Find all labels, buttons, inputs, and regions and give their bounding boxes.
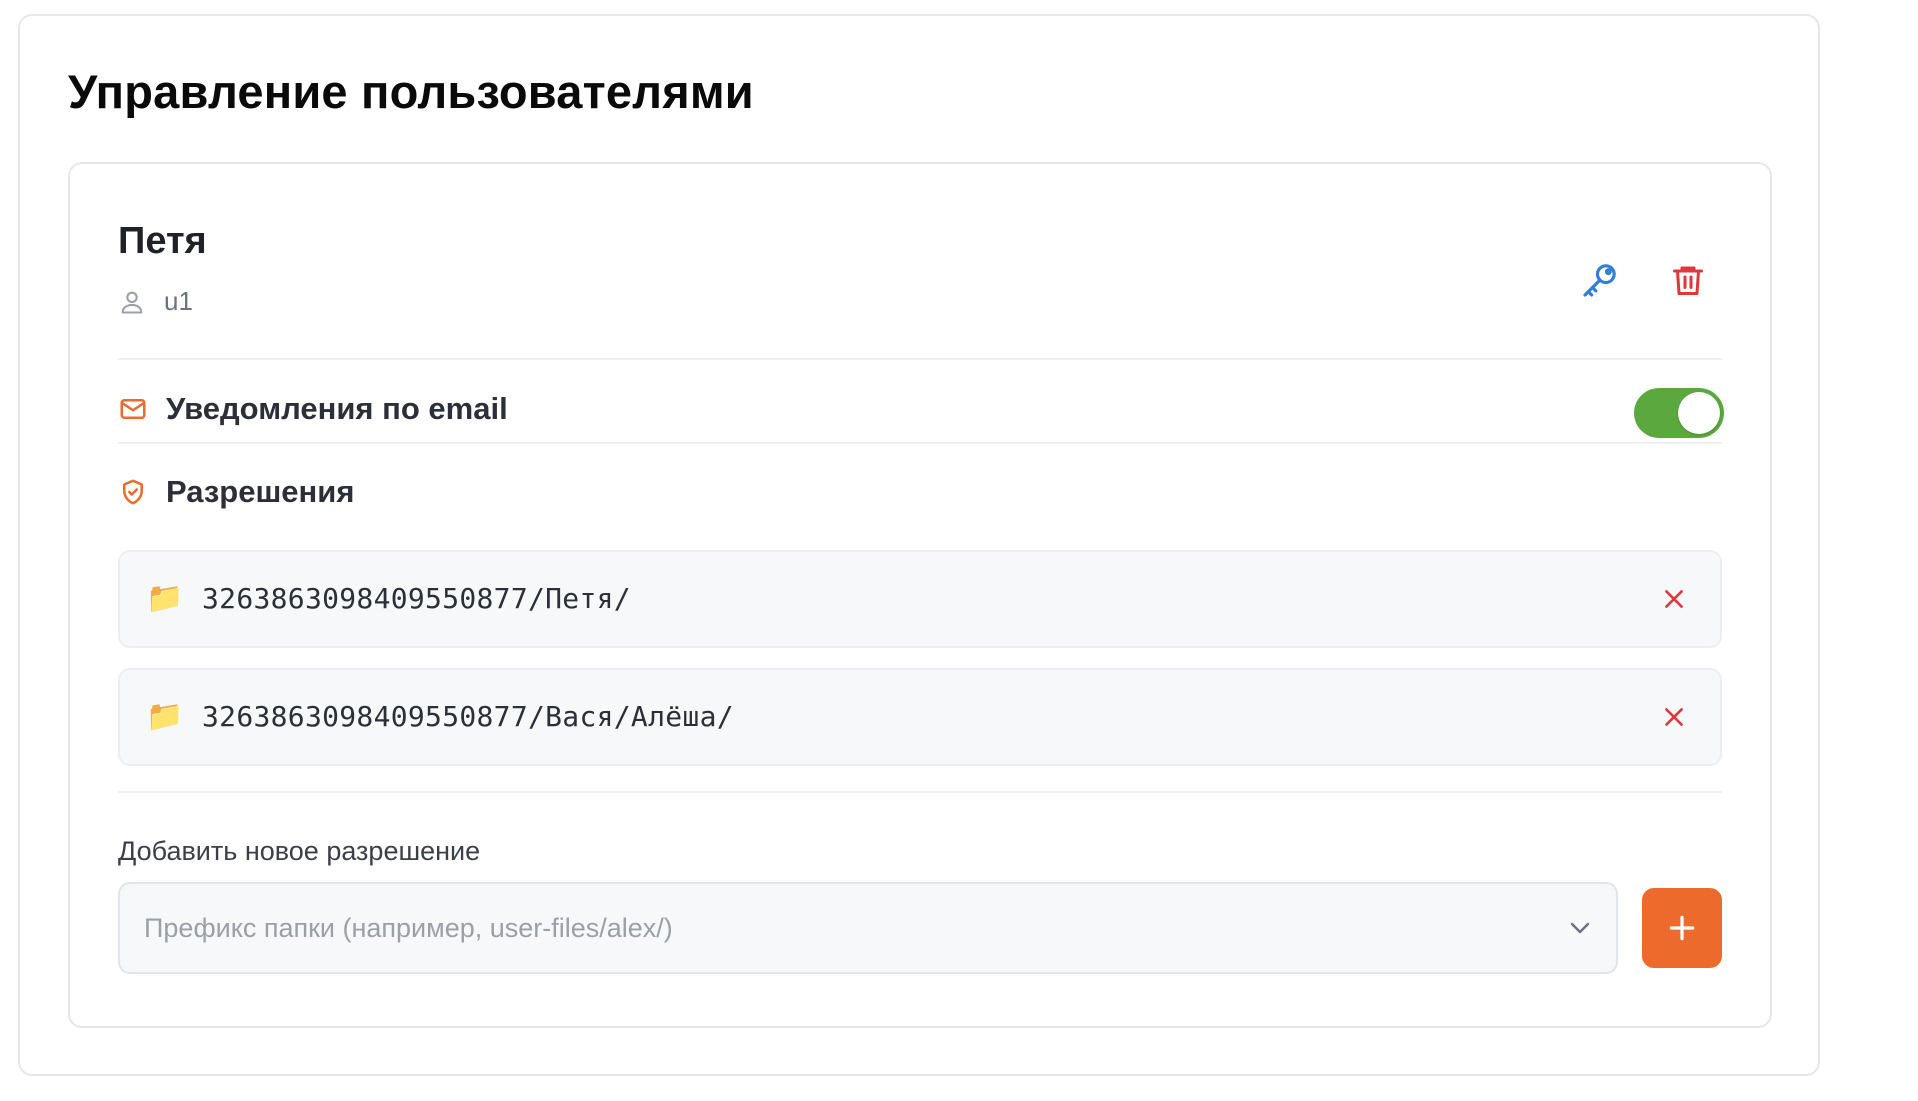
divider (118, 442, 1722, 444)
folder-icon: 📁 (146, 700, 184, 733)
permission-item: 📁 3263863098409550877/Петя/ (118, 550, 1722, 648)
chevron-down-icon (1564, 912, 1596, 944)
user-login: u1 (118, 286, 193, 317)
notifications-row: Уведомления по email (118, 391, 508, 427)
reset-password-button[interactable] (1572, 252, 1628, 308)
remove-permission-button[interactable] (1654, 579, 1694, 619)
add-permission-label: Добавить новое разрешение (118, 836, 481, 866)
permissions-label: Разрешения (166, 474, 355, 509)
folder-prefix-select[interactable]: Префикс папки (например, user-files/alex… (118, 882, 1618, 974)
plus-icon (1666, 912, 1698, 944)
folder-icon: 📁 (146, 582, 184, 615)
users-management-panel: Управление пользователями Петя u1 Уведом… (18, 14, 1820, 1076)
close-icon (1661, 704, 1687, 730)
permission-path: 3263863098409550877/Петя/ (202, 582, 631, 615)
permission-item: 📁 3263863098409550877/Вася/Алёша/ (118, 668, 1722, 766)
toggle-knob (1678, 392, 1720, 434)
folder-prefix-placeholder: Префикс папки (например, user-files/alex… (144, 913, 673, 943)
close-icon (1661, 586, 1687, 612)
add-permission-button[interactable] (1642, 888, 1722, 968)
permissions-heading: Разрешения (118, 474, 354, 510)
key-icon (1580, 260, 1620, 300)
user-icon (118, 288, 146, 316)
divider (118, 358, 1722, 360)
delete-user-button[interactable] (1660, 252, 1716, 308)
user-name: Петя (118, 220, 207, 262)
user-card: Петя u1 Уведомления по email Разрешения … (68, 162, 1772, 1028)
mail-icon (118, 394, 148, 424)
trash-icon (1670, 262, 1706, 298)
notifications-label: Уведомления по email (166, 391, 508, 426)
email-notifications-toggle[interactable] (1634, 388, 1724, 438)
permission-path: 3263863098409550877/Вася/Алёша/ (202, 700, 734, 733)
remove-permission-button[interactable] (1654, 697, 1694, 737)
page-title: Управление пользователями (68, 65, 754, 118)
divider (118, 791, 1722, 793)
user-login-text: u1 (164, 286, 193, 316)
shield-check-icon (118, 477, 148, 507)
